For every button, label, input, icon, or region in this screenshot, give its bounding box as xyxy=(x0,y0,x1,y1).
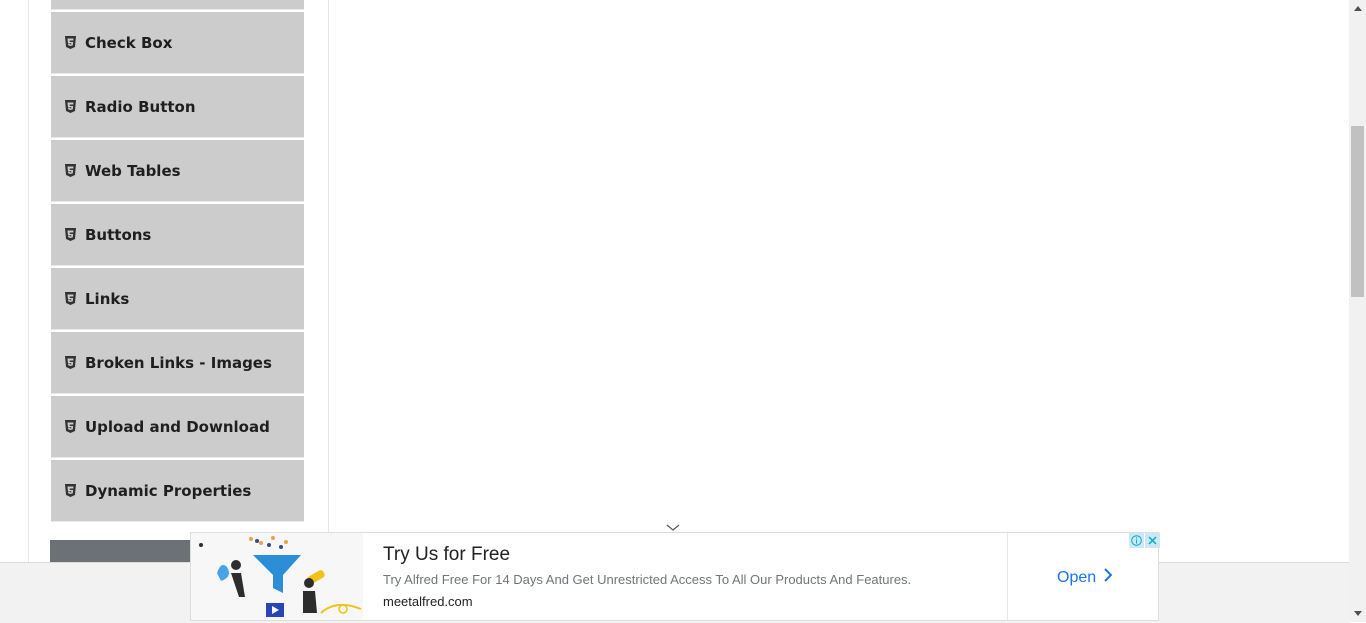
sidebar-item-label: Upload and Download xyxy=(85,417,270,436)
html5-icon xyxy=(65,484,77,497)
sidebar-item-upload-and-download[interactable]: Upload and Download xyxy=(51,396,304,458)
sidebar-item-dynamic-properties[interactable]: Dynamic Properties xyxy=(51,460,304,522)
close-icon[interactable] xyxy=(1145,533,1160,548)
html5-icon xyxy=(65,164,77,177)
scroll-up-arrow-icon[interactable] xyxy=(1349,0,1366,17)
chevron-right-icon xyxy=(1104,568,1113,587)
html5-icon xyxy=(65,356,77,369)
sidebar-item-partial[interactable] xyxy=(51,0,304,10)
sidebar-item-label: Radio Button xyxy=(85,97,196,116)
html5-icon xyxy=(65,100,77,113)
html5-icon xyxy=(65,292,77,305)
sidebar-item-label: Links xyxy=(85,289,130,308)
sidebar-item-radio-button[interactable]: Radio Button xyxy=(51,76,304,138)
ad-info-icon[interactable] xyxy=(1129,533,1144,548)
sidebar-item-broken-links-images[interactable]: Broken Links - Images xyxy=(51,332,304,394)
html5-icon xyxy=(65,36,77,49)
sidebar-item-buttons[interactable]: Buttons xyxy=(51,204,304,266)
ad-open-label: Open xyxy=(1057,568,1097,586)
html5-icon xyxy=(65,228,77,241)
ad-open-button[interactable]: Open xyxy=(1057,568,1113,587)
scrollbar-thumb[interactable] xyxy=(1351,126,1364,297)
scroll-down-arrow-icon[interactable] xyxy=(1349,605,1366,622)
sidebar-item-check-box[interactable]: Check Box xyxy=(51,12,304,74)
sidebar-item-links[interactable]: Links xyxy=(51,268,304,330)
ad-description[interactable]: Try Alfred Free For 14 Days And Get Unre… xyxy=(383,572,911,587)
sidebar-item-label: Web Tables xyxy=(85,161,181,180)
ad-domain[interactable]: meetalfred.com xyxy=(383,594,473,609)
sidebar-item-web-tables[interactable]: Web Tables xyxy=(51,140,304,202)
sidebar-item-label: Check Box xyxy=(85,33,173,52)
ad-image[interactable] xyxy=(191,533,363,620)
sidebar-item-label: Broken Links - Images xyxy=(85,353,272,372)
html5-icon xyxy=(65,420,77,433)
ad-divider xyxy=(1007,533,1008,620)
sidebar-item-label: Dynamic Properties xyxy=(85,481,252,500)
ad-banner[interactable]: Try Us for Free Try Alfred Free For 14 D… xyxy=(190,532,1160,621)
page-scrollbar[interactable] xyxy=(1349,0,1366,622)
chevron-down-icon[interactable] xyxy=(666,518,680,531)
sidebar-item-label: Buttons xyxy=(85,225,152,244)
ad-title[interactable]: Try Us for Free xyxy=(383,544,510,566)
content-divider xyxy=(328,0,329,562)
page-left-border xyxy=(28,0,29,562)
sidebar-group-header[interactable] xyxy=(50,540,190,562)
